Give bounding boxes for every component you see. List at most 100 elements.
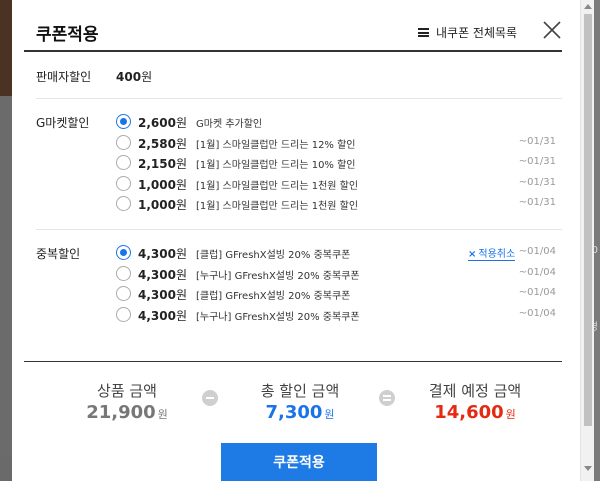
total-discount-number: 7,300 [265, 402, 323, 423]
coupon-description: [클럽] GFreshX설빙 20% 중복쿠폰 [196, 291, 351, 302]
x-icon: × [468, 249, 477, 260]
coupon-amount: 2,580원 [138, 135, 187, 152]
product-amount-value: 21,900 원 [72, 402, 182, 423]
total-discount-value: 7,300 원 [238, 402, 362, 423]
coupon-radio[interactable] [116, 245, 131, 260]
coupon-expiry: ~01/31 [518, 156, 556, 167]
menu-icon [418, 28, 429, 37]
coupon-amount-unit: 원 [175, 247, 188, 261]
coupon-radio[interactable] [116, 265, 131, 281]
seller-discount-amount: 400 [116, 70, 142, 84]
payment-amount-number: 14,600 [434, 402, 504, 423]
coupon-amount-number: 4,300 [138, 308, 176, 323]
background-page-left [0, 0, 12, 96]
coupon-amount: 4,300원 [138, 286, 187, 303]
cancel-apply-link[interactable]: × 적용취소 [468, 245, 516, 261]
coupon-amount-unit: 원 [175, 116, 188, 130]
coupon-description: [누구나] GFreshX설빙 20% 중복쿠폰 [196, 311, 360, 323]
coupon-amount-unit: 원 [175, 267, 188, 282]
coupon-description: [1월] 스마일클럽만 드리는 10% 할인 [196, 160, 356, 171]
seller-discount-label: 판매자할인 [36, 70, 92, 84]
coupon-radio[interactable] [116, 155, 131, 170]
product-amount-number: 21,900 [86, 402, 156, 423]
coupon-amount-number: 2,600 [138, 116, 176, 130]
coupon-radio[interactable] [116, 286, 131, 301]
coupon-amount-unit: 원 [175, 308, 188, 323]
coupon-amount-number: 4,300 [138, 247, 176, 261]
coupon-amount-number: 4,300 [138, 288, 176, 302]
my-coupon-list-link[interactable]: 내쿠폰 전체목록 [418, 24, 517, 41]
coupon-radio[interactable] [116, 196, 131, 211]
coupon-amount: 4,300원 [138, 307, 187, 324]
coupon-expiry: ~01/04 [518, 287, 556, 298]
coupon-expiry: ~01/04 [518, 266, 556, 278]
coupon-amount-unit: 원 [175, 136, 188, 151]
coupon-amount: 1,000원 [138, 176, 187, 193]
payment-amount-unit: 원 [505, 408, 516, 421]
coupon-amount: 1,000원 [138, 196, 187, 213]
coupon-amount: 2,150원 [138, 155, 187, 172]
coupon-option[interactable]: 4,300원 [누구나] GFreshX설빙 20% 중복쿠폰 ~01/04 [116, 306, 562, 324]
coupon-amount-unit: 원 [175, 198, 188, 212]
coupon-radio[interactable] [116, 175, 131, 191]
coupon-option[interactable]: 2,580원 [1월] 스마일클럽만 드리는 12% 할인 ~01/31 [116, 134, 562, 152]
duplicate-discount-label: 중복할인 [36, 247, 81, 261]
payment-amount-label: 결제 예정 금액 [428, 382, 522, 400]
divider [36, 98, 562, 99]
coupon-modal: 쿠폰적용 내쿠폰 전체목록 판매자할인 400원 G마켓할인 2,600원 G마켓… [12, 0, 580, 481]
coupon-expiry: ~01/04 [518, 246, 556, 257]
equals-icon [379, 390, 395, 406]
coupon-option[interactable]: 4,300원 [클럽] GFreshX설빙 20% 중복쿠폰 × 적용취소 ~01/04 [116, 244, 562, 262]
payment-amount: 결제 예정 금액 14,600 원 [412, 380, 538, 423]
coupon-expiry: ~01/04 [518, 307, 556, 319]
product-amount-unit: 원 [157, 408, 168, 421]
coupon-expiry: ~01/31 [518, 135, 556, 147]
scrollbar-thumb[interactable] [584, 14, 592, 426]
coupon-description: [1월] 스마일클럽만 드리는 1천원 할인 [196, 201, 359, 212]
coupon-amount: 2,600원 [138, 114, 187, 131]
coupon-amount-number: 1,000 [138, 198, 176, 212]
product-amount-label: 상품 금액 [97, 382, 157, 400]
coupon-radio[interactable] [116, 134, 131, 150]
coupon-option[interactable]: 1,000원 [1월] 스마일클럽만 드리는 1천원 할인 ~01/31 [116, 195, 562, 213]
minus-icon [202, 390, 218, 406]
coupon-amount-unit: 원 [175, 288, 188, 302]
summary-divider [24, 361, 562, 362]
divider [36, 229, 562, 230]
coupon-option[interactable]: 4,300원 [누구나] GFreshX설빙 20% 중복쿠폰 ~01/04 [116, 265, 562, 283]
scrollbar[interactable] [580, 0, 594, 481]
gmarket-discount-label: G마켓할인 [36, 116, 90, 130]
coupon-description: [누구나] GFreshX설빙 20% 중복쿠폰 [196, 270, 360, 282]
coupon-radio[interactable] [116, 306, 131, 322]
modal-title: 쿠폰적용 [36, 25, 99, 45]
coupon-amount-number: 2,150 [138, 157, 176, 171]
scroll-down-icon[interactable] [584, 466, 592, 471]
total-discount: 총 할인 금액 7,300 원 [238, 380, 362, 423]
cancel-apply-label: 적용취소 [478, 249, 516, 260]
total-discount-unit: 원 [324, 408, 335, 421]
scroll-up-icon[interactable] [584, 4, 592, 9]
background-page-bottom-left [0, 455, 12, 481]
close-icon[interactable] [542, 20, 562, 40]
product-amount: 상품 금액 21,900 원 [72, 380, 182, 423]
coupon-description: G마켓 추가할인 [196, 119, 263, 130]
coupon-option[interactable]: 4,300원 [클럽] GFreshX설빙 20% 중복쿠폰 ~01/04 [116, 285, 562, 303]
total-discount-label: 총 할인 금액 [260, 382, 340, 400]
coupon-radio[interactable] [116, 114, 131, 129]
coupon-expiry: ~01/31 [518, 176, 556, 188]
coupon-amount-unit: 원 [175, 157, 188, 171]
modal-header: 쿠폰적용 내쿠폰 전체목록 [24, 0, 562, 52]
coupon-description: [1월] 스마일클럽만 드리는 12% 할인 [196, 139, 356, 151]
coupon-amount: 4,300원 [138, 245, 187, 262]
coupon-option[interactable]: 1,000원 [1월] 스마일클럽만 드리는 1천원 할인 ~01/31 [116, 175, 562, 193]
coupon-description: [1월] 스마일클럽만 드리는 1천원 할인 [196, 180, 359, 192]
coupon-description: [클럽] GFreshX설빙 20% 중복쿠폰 [196, 250, 351, 261]
apply-coupon-button[interactable]: 쿠폰적용 [221, 443, 377, 481]
coupon-amount-unit: 원 [175, 177, 188, 192]
payment-amount-value: 14,600 원 [412, 402, 538, 423]
my-coupon-list-label: 내쿠폰 전체목록 [436, 26, 518, 40]
seller-discount-unit: 원 [141, 70, 153, 84]
coupon-option[interactable]: 2,150원 [1월] 스마일클럽만 드리는 10% 할인 ~01/31 [116, 154, 562, 172]
coupon-option[interactable]: 2,600원 G마켓 추가할인 [116, 113, 562, 131]
coupon-amount-number: 1,000 [138, 177, 176, 192]
